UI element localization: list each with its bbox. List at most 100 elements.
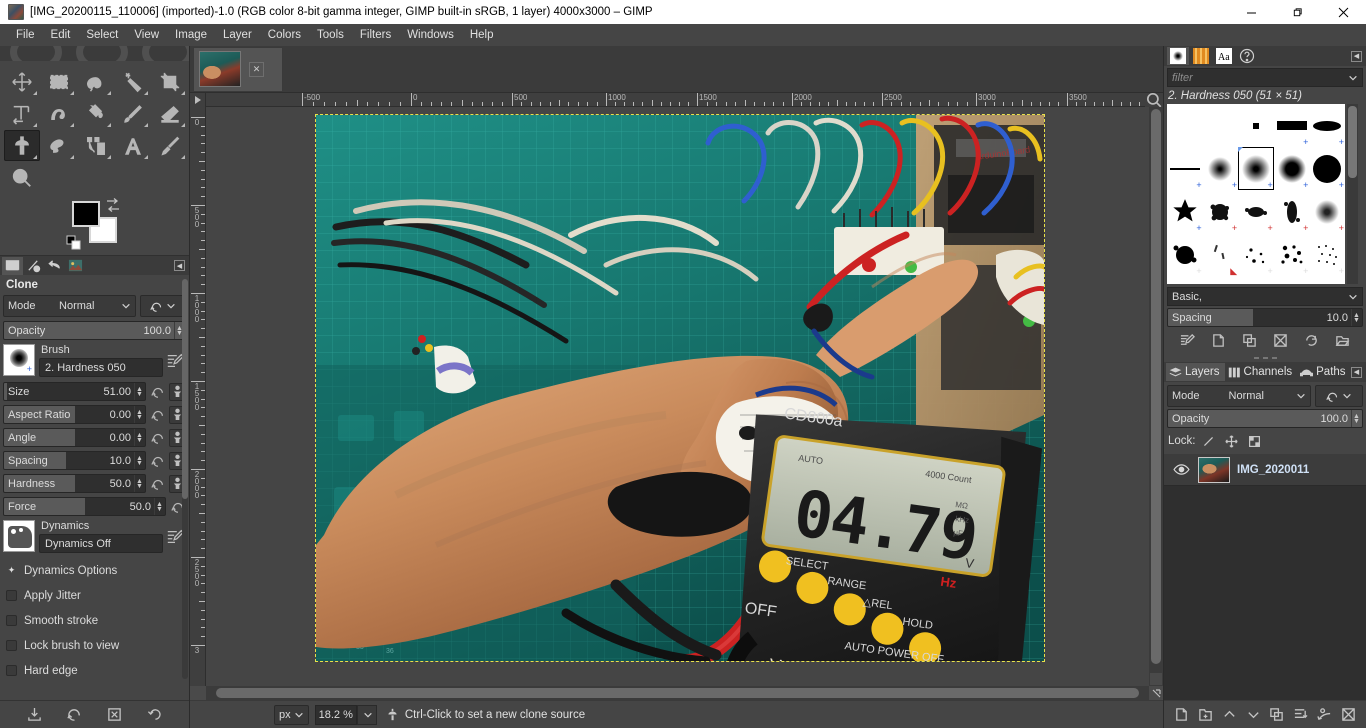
lock-pixels-icon[interactable] bbox=[1199, 433, 1219, 449]
unit-dropdown[interactable]: px bbox=[274, 704, 309, 725]
brush-dock-menu-button[interactable]: ◀ bbox=[1351, 50, 1362, 62]
patterns-tab[interactable] bbox=[1190, 47, 1212, 65]
hardness-stepper[interactable]: ▲ ▼ bbox=[134, 475, 145, 492]
brush-item[interactable]: + bbox=[1309, 147, 1345, 190]
text-tool[interactable] bbox=[115, 130, 151, 161]
dynamics-options-expander[interactable]: ✦ Dynamics Options bbox=[3, 558, 186, 583]
zoom-dropdown-button[interactable] bbox=[356, 704, 377, 725]
brush-item[interactable] bbox=[1238, 104, 1274, 147]
image-canvas[interactable]: ArduinoBoard 36 AUTO 4000 Count 04.79 V … bbox=[206, 107, 1149, 686]
brush-item[interactable]: + bbox=[1238, 190, 1274, 233]
dock-menu-button[interactable]: ◀ bbox=[174, 260, 185, 271]
eraser-tool[interactable] bbox=[152, 98, 188, 129]
paintbrush-tool[interactable] bbox=[115, 98, 151, 129]
close-image-icon[interactable]: ✕ bbox=[249, 61, 264, 77]
paths-tool[interactable] bbox=[78, 130, 114, 161]
spacing-stepper[interactable]: ▲ ▼ bbox=[134, 452, 145, 469]
brush-item[interactable]: + bbox=[1274, 233, 1310, 276]
clone-tool[interactable] bbox=[4, 130, 40, 161]
current-brush-thumbnail[interactable]: + bbox=[3, 344, 35, 376]
brush-item[interactable]: + bbox=[1167, 190, 1203, 233]
size-slider[interactable]: Size 51.00 ▲ ▼ bbox=[3, 382, 146, 401]
brush-item[interactable]: + bbox=[1274, 104, 1310, 147]
menu-item-layer[interactable]: Layer bbox=[215, 26, 260, 44]
brush-filter-input[interactable]: filter bbox=[1167, 68, 1363, 87]
brush-item[interactable]: + bbox=[1167, 147, 1203, 190]
brush-spacing-slider[interactable]: Spacing 10.0 ▲ ▼ bbox=[1167, 308, 1363, 327]
channels-tab[interactable]: Channels bbox=[1225, 363, 1298, 381]
device-status-tab[interactable] bbox=[23, 257, 44, 275]
reset-size-icon[interactable] bbox=[150, 384, 166, 400]
paint-mode-options-dropdown[interactable] bbox=[140, 295, 186, 317]
brush-item[interactable] bbox=[1203, 104, 1239, 147]
brush-grid-scrollbar[interactable] bbox=[1347, 104, 1358, 284]
menu-item-view[interactable]: View bbox=[126, 26, 167, 44]
minimize-button[interactable] bbox=[1228, 0, 1274, 24]
duplicate-brush-icon[interactable] bbox=[1242, 333, 1257, 348]
menu-item-select[interactable]: Select bbox=[78, 26, 126, 44]
layer-row[interactable]: IMG_2020011 bbox=[1164, 454, 1366, 486]
layer-mode-options-dropdown[interactable] bbox=[1315, 385, 1363, 407]
dynamics-value[interactable]: Dynamics Off bbox=[39, 534, 163, 553]
canvas-vertical-scrollbar[interactable] bbox=[1149, 107, 1163, 686]
zoom-tool[interactable] bbox=[4, 162, 40, 193]
refresh-brushes-icon[interactable] bbox=[1304, 333, 1319, 348]
brush-item[interactable]: + bbox=[1309, 190, 1345, 233]
brush-item[interactable]: + bbox=[1238, 276, 1274, 284]
layers-tab[interactable]: Layers bbox=[1166, 363, 1225, 381]
brush-name-value[interactable]: 2. Hardness 050 bbox=[39, 358, 163, 377]
swap-colors-icon[interactable] bbox=[105, 197, 121, 213]
smooth-stroke-checkbox[interactable]: Smooth stroke bbox=[3, 608, 186, 633]
layer-opacity-slider[interactable]: Opacity 100.0 ▲ ▼ bbox=[1167, 409, 1363, 428]
opacity-slider[interactable]: Opacity 100.0 ▲ ▼ bbox=[3, 321, 186, 340]
new-layer-icon[interactable] bbox=[1174, 707, 1189, 722]
brush-item[interactable]: + bbox=[1309, 104, 1345, 147]
mode-dropdown[interactable]: Mode Normal bbox=[3, 295, 136, 317]
new-brush-icon[interactable] bbox=[1211, 333, 1226, 348]
layer-name[interactable]: IMG_2020011 bbox=[1237, 464, 1309, 476]
quick-mask-button[interactable] bbox=[190, 686, 206, 700]
brushes-tab[interactable] bbox=[1167, 47, 1189, 65]
menu-item-file[interactable]: File bbox=[8, 26, 43, 44]
menu-item-windows[interactable]: Windows bbox=[399, 26, 462, 44]
zoom-input[interactable]: 18.2 % bbox=[314, 704, 357, 725]
menu-item-help[interactable]: Help bbox=[462, 26, 502, 44]
lock-brush-to-view-checkbox[interactable]: Lock brush to view bbox=[3, 633, 186, 658]
bucket-fill-tool[interactable] bbox=[78, 98, 114, 129]
vertical-ruler[interactable]: 0 500 1000 1500 2000 2500 3 bbox=[190, 107, 206, 686]
size-stepper[interactable]: ▲ ▼ bbox=[134, 383, 145, 400]
brush-spacing-stepper[interactable]: ▲ ▼ bbox=[1351, 309, 1362, 326]
move-tool[interactable] bbox=[4, 66, 40, 97]
lock-position-icon[interactable] bbox=[1222, 433, 1242, 449]
warp-transform-tool[interactable] bbox=[41, 98, 77, 129]
delete-brush-icon[interactable] bbox=[1273, 333, 1288, 348]
reset-spacing-icon[interactable] bbox=[150, 453, 166, 469]
zoom-image-button[interactable] bbox=[1145, 92, 1163, 108]
ruler-corner-button[interactable] bbox=[190, 93, 206, 107]
color-picker-tool[interactable] bbox=[152, 130, 188, 161]
layer-mode-dropdown[interactable]: Mode Normal bbox=[1167, 385, 1311, 407]
brush-item[interactable]: + bbox=[1203, 147, 1239, 190]
reset-colors-icon[interactable] bbox=[66, 235, 82, 251]
force-stepper[interactable]: ▲ ▼ bbox=[154, 498, 165, 515]
free-select-tool[interactable] bbox=[78, 66, 114, 97]
brush-item[interactable]: + bbox=[1274, 147, 1310, 190]
spacing-slider[interactable]: Spacing 10.0 ▲ ▼ bbox=[3, 451, 146, 470]
reset-tool-options-icon[interactable] bbox=[147, 707, 162, 722]
anchor-layer-icon[interactable] bbox=[1317, 707, 1332, 722]
rectangle-select-tool[interactable] bbox=[41, 66, 77, 97]
layer-visibility-toggle[interactable] bbox=[1164, 463, 1198, 476]
canvas-nav-button[interactable] bbox=[1149, 686, 1163, 700]
reset-hardness-icon[interactable] bbox=[150, 476, 166, 492]
menu-item-filters[interactable]: Filters bbox=[352, 26, 399, 44]
menu-item-tools[interactable]: Tools bbox=[309, 26, 352, 44]
brush-item[interactable]: + bbox=[1203, 190, 1239, 233]
brush-tag-dropdown[interactable]: Basic, bbox=[1167, 287, 1363, 306]
horizontal-ruler[interactable]: -5000500100015002000250030003500400045 bbox=[206, 93, 1145, 107]
edit-brush-icon[interactable] bbox=[1180, 333, 1195, 348]
undo-history-tab[interactable] bbox=[44, 257, 65, 275]
maximize-button[interactable] bbox=[1274, 0, 1320, 24]
hardness-slider[interactable]: Hardness 50.0 ▲ ▼ bbox=[3, 474, 146, 493]
image-tab[interactable]: ✕ bbox=[193, 46, 283, 92]
brush-grid[interactable]: + + + + + + + + + + + + + ◣ + + + bbox=[1167, 104, 1345, 284]
